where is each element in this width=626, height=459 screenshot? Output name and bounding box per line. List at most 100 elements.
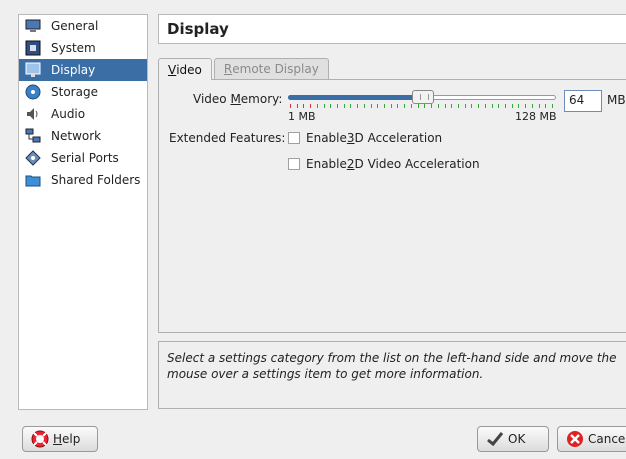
label-text: emory: <box>240 92 283 106</box>
tab-bar: Video Remote Display <box>158 58 331 80</box>
slider-tick <box>451 104 452 108</box>
checkbox-box[interactable] <box>288 158 300 170</box>
help-button[interactable]: Help <box>22 426 98 452</box>
sidebar-item-label: General <box>51 19 99 33</box>
help-button-label: elp <box>62 432 81 446</box>
slider-tick <box>505 104 506 108</box>
video-memory-slider-fill <box>288 95 422 100</box>
checkbox-box[interactable] <box>288 132 300 144</box>
slider-tick <box>438 104 439 108</box>
slider-tick <box>424 104 425 108</box>
tab-remote-display[interactable]: Remote Display <box>213 58 329 79</box>
checkbox-label-mnemonic: 2 <box>346 157 355 171</box>
speaker-icon <box>25 106 41 122</box>
slider-tick <box>371 104 372 108</box>
slider-tick <box>445 104 446 108</box>
disc-icon <box>25 84 41 100</box>
slider-tick <box>498 104 499 108</box>
sidebar-item-network[interactable]: Network <box>19 125 147 147</box>
slider-tick <box>458 104 459 108</box>
sidebar-item-label: Storage <box>51 85 98 99</box>
slider-tick <box>377 104 378 108</box>
slider-tick <box>317 104 318 108</box>
slider-tick <box>532 104 533 108</box>
checkbox-label: Enable <box>306 157 347 171</box>
slider-tick <box>350 104 351 108</box>
monitor-icon <box>25 18 41 34</box>
slider-tick <box>471 104 472 108</box>
slider-tick <box>391 104 392 108</box>
slider-tick <box>364 104 365 108</box>
extended-features-label: Extended Features: <box>169 131 286 145</box>
enable-2d-video-acceleration-checkbox[interactable]: Enable 2D Video Acceleration <box>288 157 480 171</box>
sidebar-item-display[interactable]: Display <box>19 59 147 81</box>
slider-tick <box>290 104 291 108</box>
label-mnemonic: M <box>230 92 241 106</box>
cancel-button[interactable]: Cancel <box>557 426 626 452</box>
checkbox-label: D Acceleration <box>354 131 443 145</box>
sidebar-item-serial-ports[interactable]: Serial Ports <box>19 147 147 169</box>
ok-button-label: OK <box>508 432 526 446</box>
sidebar-item-label: Serial Ports <box>51 151 119 165</box>
ok-button[interactable]: OK <box>477 426 549 452</box>
display-icon <box>25 62 41 78</box>
slider-tick <box>324 104 325 108</box>
slider-tick <box>518 104 519 108</box>
video-memory-slider-handle[interactable] <box>412 90 434 104</box>
slider-tick <box>330 104 331 108</box>
slider-tick <box>492 104 493 108</box>
slider-max-label: 128 MB <box>515 110 557 123</box>
sidebar-item-storage[interactable]: Storage <box>19 81 147 103</box>
sidebar-item-label: Shared Folders <box>51 173 141 187</box>
video-memory-spinbox[interactable]: 64 <box>564 90 602 112</box>
video-memory-label: Video Memory: <box>193 92 282 106</box>
checkbox-label: D Video Acceleration <box>354 157 480 171</box>
slider-tick <box>539 104 540 108</box>
video-memory-unit: MB <box>607 93 626 107</box>
tab-label: ideo <box>176 62 202 77</box>
cancel-button-label: Cancel <box>588 432 626 446</box>
chip-icon <box>25 40 41 56</box>
label-text: Video <box>193 92 231 106</box>
tab-label: emote Display <box>232 62 319 76</box>
sidebar-item-system[interactable]: System <box>19 37 147 59</box>
slider-tick <box>337 104 338 108</box>
slider-tick <box>431 104 432 108</box>
slider-tick <box>525 104 526 108</box>
slider-tick <box>397 104 398 108</box>
checkbox-label-mnemonic: 3 <box>346 131 355 145</box>
slider-tick <box>485 104 486 108</box>
slider-tick <box>303 104 304 108</box>
settings-category-list[interactable]: General System Display Storage Audio Net… <box>18 14 148 410</box>
folder-icon <box>25 172 41 188</box>
sidebar-item-label: Display <box>51 63 96 77</box>
tab-label-mnemonic: V <box>168 62 177 77</box>
enable-3d-acceleration-checkbox[interactable]: Enable 3D Acceleration <box>288 131 442 145</box>
slider-min-label: 1 MB <box>288 110 316 123</box>
info-description: Select a settings category from the list… <box>158 341 626 409</box>
sidebar-item-label: Audio <box>51 107 86 121</box>
slider-tick <box>357 104 358 108</box>
cancel-icon <box>566 430 584 448</box>
slider-tick <box>411 104 412 108</box>
slider-tick <box>384 104 385 108</box>
slider-tick <box>478 104 479 108</box>
tab-label-mnemonic: R <box>223 62 233 76</box>
tab-video[interactable]: Video <box>158 58 212 80</box>
checkmark-icon <box>486 430 504 448</box>
sidebar-item-label: Network <box>51 129 102 143</box>
slider-tick <box>297 104 298 108</box>
sidebar-item-shared-folders[interactable]: Shared Folders <box>19 169 147 191</box>
slider-tick <box>545 104 546 108</box>
sidebar-item-general[interactable]: General <box>19 15 147 37</box>
checkbox-label: Enable <box>306 131 347 145</box>
sidebar-item-label: System <box>51 41 96 55</box>
slider-tick <box>512 104 513 108</box>
slider-tick <box>344 104 345 108</box>
slider-tick <box>552 104 553 108</box>
slider-tick <box>310 104 311 108</box>
help-button-mnemonic: H <box>53 432 63 446</box>
sidebar-item-audio[interactable]: Audio <box>19 103 147 125</box>
serial-port-icon <box>25 150 41 166</box>
page-title: Display <box>158 14 626 44</box>
